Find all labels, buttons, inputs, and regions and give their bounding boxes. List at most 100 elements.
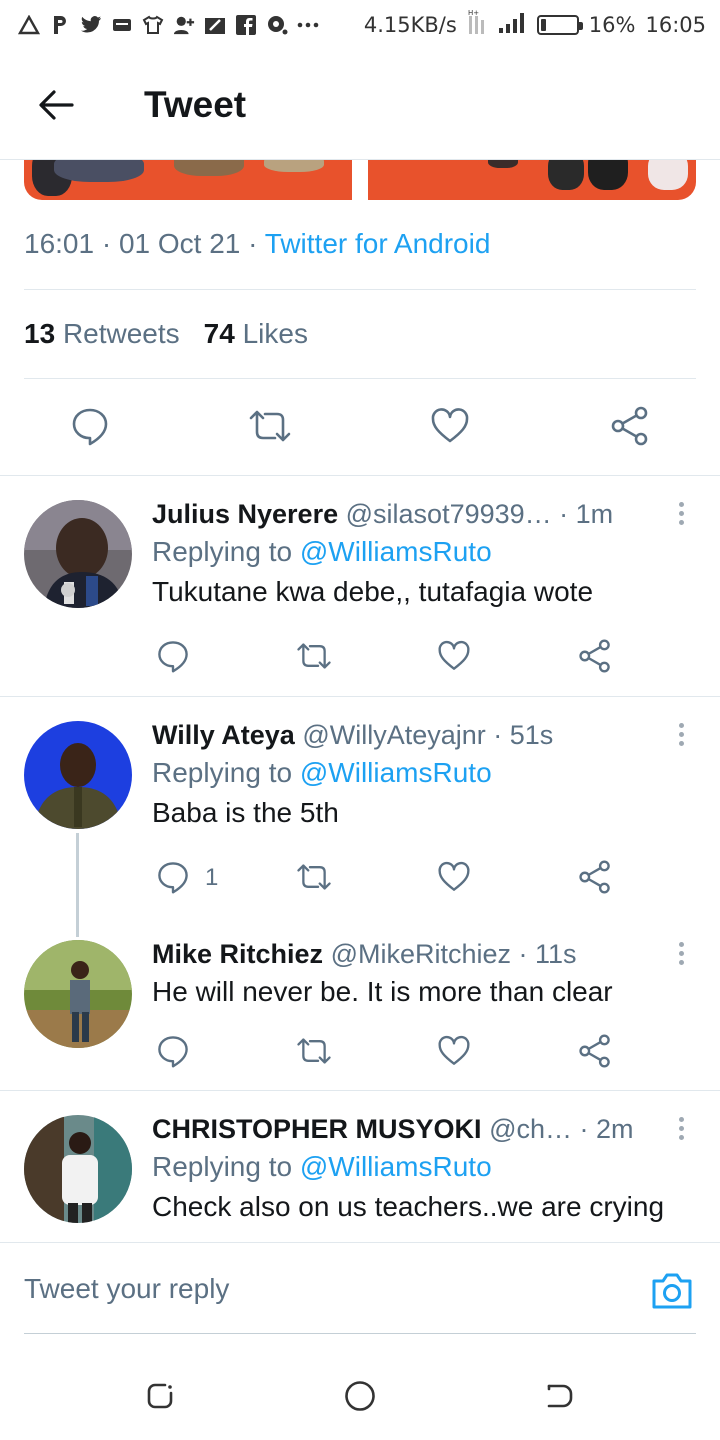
clock: 16:05 (645, 13, 706, 37)
mention-link[interactable]: @WilliamsRuto (300, 1151, 492, 1182)
display-name[interactable]: Julius Nyerere (152, 499, 338, 529)
chat-icon (266, 14, 288, 36)
alert-icon (18, 14, 40, 36)
reply-button[interactable] (148, 631, 198, 681)
share-button[interactable] (570, 631, 620, 681)
reply-item[interactable]: CHRISTOPHER MUSYOKI @ch… · 2m Replying t… (0, 1091, 720, 1242)
battery-icon (536, 15, 583, 35)
notification-icons (18, 14, 319, 36)
home-button[interactable] (340, 1376, 380, 1416)
more-options-button[interactable] (666, 719, 696, 749)
reply-text: Check also on us teachers..we are crying (152, 1191, 665, 1222)
camera-icon (652, 1273, 692, 1309)
share-button[interactable] (570, 852, 620, 902)
avatar[interactable] (24, 721, 132, 829)
reply-button[interactable] (60, 396, 120, 456)
avatar[interactable] (24, 500, 132, 608)
reply-input[interactable]: Tweet your reply (24, 1273, 229, 1305)
tweet-photo-1[interactable] (24, 160, 352, 200)
share-button[interactable] (570, 1026, 620, 1076)
back-button[interactable] (26, 75, 86, 135)
recents-button[interactable] (140, 1376, 180, 1416)
replying-prefix: Replying to (152, 757, 293, 788)
like-button[interactable] (429, 1026, 479, 1076)
retweets-stat[interactable]: 13 Retweets (24, 318, 180, 350)
reply-item[interactable]: Mike Ritchiez @MikeRitchiez · 11s He wil… (0, 918, 720, 1090)
like-button[interactable] (429, 852, 479, 902)
like-button[interactable] (429, 631, 479, 681)
more-options-button[interactable] (666, 498, 696, 528)
p-icon (49, 14, 71, 36)
mention-link[interactable]: @WilliamsRuto (300, 757, 492, 788)
retweet-button[interactable] (289, 852, 339, 902)
back-icon (547, 1384, 573, 1408)
tweet-photo-2[interactable] (368, 160, 696, 200)
user-handle[interactable]: @MikeRitchiez (331, 939, 511, 969)
retweets-count: 13 (24, 318, 56, 349)
mention-link[interactable]: @WilliamsRuto (300, 536, 492, 567)
retweet-button[interactable] (289, 1026, 339, 1076)
reply-button[interactable] (148, 852, 198, 902)
reply-count: 1 (205, 864, 219, 891)
share-icon (611, 406, 648, 446)
display-name[interactable]: Willy Ateya (152, 720, 295, 750)
retweet-icon (297, 1038, 331, 1064)
user-handle[interactable]: @ch… (489, 1114, 572, 1144)
system-nav-bar (0, 1350, 720, 1440)
avatar[interactable] (24, 940, 132, 1048)
retweet-icon (249, 410, 291, 442)
likes-count: 74 (203, 318, 235, 349)
reply-icon (158, 862, 188, 894)
more-options-button[interactable] (666, 938, 696, 968)
back-nav-button[interactable] (540, 1376, 580, 1416)
retweet-icon (297, 643, 331, 669)
likes-stat[interactable]: 74 Likes (204, 318, 308, 350)
tweet-stats: 13 Retweets 74 Likes (24, 318, 308, 350)
display-name[interactable]: Mike Ritchiez (152, 939, 323, 969)
like-icon (438, 640, 470, 670)
more-options-button[interactable] (666, 1113, 696, 1143)
reply-time: · 2m (579, 1114, 634, 1144)
reply-text: Tukutane kwa debe,, tutafagia wote (152, 576, 594, 607)
camera-button[interactable] (650, 1271, 694, 1311)
tweet-meta: 16:01 · 01 Oct 21 · Twitter for Android (24, 228, 490, 260)
reply-button[interactable] (148, 1026, 198, 1076)
reply-time: · 1m (559, 499, 614, 529)
replying-to: Replying to @WilliamsRuto (152, 1147, 672, 1187)
tweet-time: 16:01 (24, 228, 95, 259)
reply-content: CHRISTOPHER MUSYOKI @ch… · 2m Replying t… (152, 1111, 672, 1227)
user-handle[interactable]: @WillyAteyajnr (302, 720, 485, 750)
message-icon (111, 14, 133, 36)
network-icon: H+ (467, 9, 487, 41)
reply-item[interactable]: Willy Ateya @WillyAteyajnr · 51s Replyin… (0, 697, 720, 917)
reply-item[interactable]: Julius Nyerere @silasot79939… · 1m Reply… (0, 476, 720, 696)
battery-percent: 16% (588, 13, 636, 37)
display-name[interactable]: CHRISTOPHER MUSYOKI (152, 1114, 482, 1144)
reply-icon (72, 408, 108, 446)
share-icon (579, 1034, 610, 1068)
share-button[interactable] (600, 396, 660, 456)
composer-underline (24, 1333, 696, 1334)
reply-content: Mike Ritchiez @MikeRitchiez · 11s He wil… (152, 936, 672, 1012)
divider (24, 289, 696, 290)
tweet-actions (0, 396, 720, 456)
retweet-button[interactable] (289, 631, 339, 681)
tweet-media[interactable] (24, 160, 696, 200)
network-speed: 4.15KB/s (363, 13, 457, 37)
reply-content: Willy Ateya @WillyAteyajnr · 51s Replyin… (152, 717, 672, 833)
facebook-icon (235, 14, 257, 36)
replying-to: Replying to @WilliamsRuto (152, 532, 672, 572)
replying-to: Replying to @WilliamsRuto (152, 753, 672, 793)
retweet-button[interactable] (240, 396, 300, 456)
avatar[interactable] (24, 1115, 132, 1223)
reply-header: Julius Nyerere @silasot79939… · 1m (152, 496, 672, 532)
shirt-icon (142, 14, 164, 36)
likes-label: Likes (242, 318, 308, 349)
page-title: Tweet (144, 83, 247, 125)
like-button[interactable] (420, 396, 480, 456)
tweet-source-link[interactable]: Twitter for Android (265, 228, 491, 259)
reply-icon (158, 641, 188, 673)
user-handle[interactable]: @silasot79939… (346, 499, 552, 529)
svg-text:H+: H+ (468, 10, 479, 17)
tweet-date: 01 Oct 21 (118, 228, 241, 259)
